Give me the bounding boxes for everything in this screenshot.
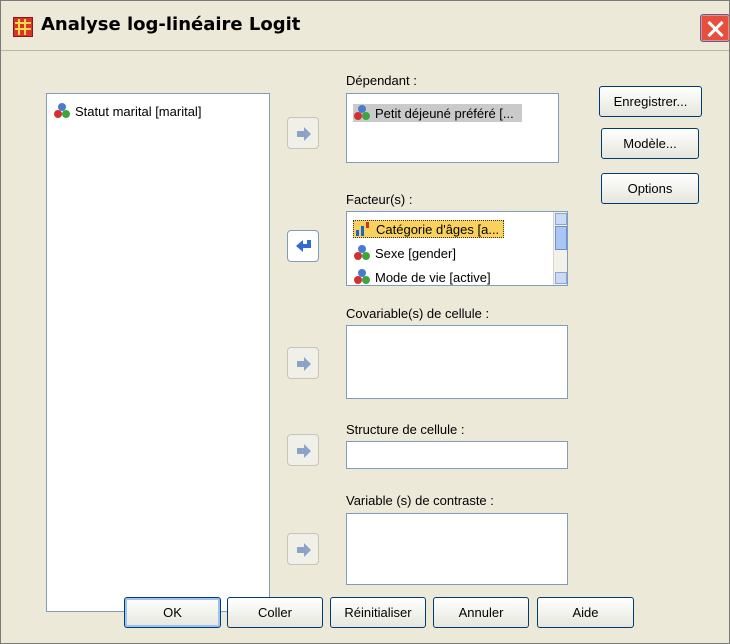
cell-covariates-label: Covariable(s) de cellule :: [346, 306, 490, 321]
nominal-icon: [353, 244, 371, 262]
list-item-label: Statut marital [marital]: [75, 103, 202, 119]
cell-covariates-list[interactable]: [346, 325, 568, 399]
model-button[interactable]: Modèle...: [601, 128, 699, 159]
dependent-list[interactable]: Petit déjeuné préféré [...: [346, 93, 559, 163]
list-item-label: Catégorie d'âges [a...: [376, 221, 500, 237]
contrast-variables-label: Variable (s) de contraste :: [346, 493, 494, 508]
scroll-up-icon[interactable]: [555, 213, 567, 225]
scroll-down-icon[interactable]: [555, 272, 567, 284]
nominal-icon: [353, 104, 371, 122]
list-item-label: Sexe [gender]: [375, 245, 456, 261]
list-item[interactable]: Mode de vie [active]: [353, 268, 491, 285]
scroll-thumb[interactable]: [555, 226, 567, 250]
list-item[interactable]: Petit déjeuné préféré [...: [353, 104, 522, 122]
cell-structure-label: Structure de cellule :: [346, 422, 465, 437]
title-bar: Analyse log-linéaire Logit: [1, 1, 729, 51]
source-variable-list[interactable]: Statut marital [marital]: [46, 93, 270, 612]
paste-button[interactable]: Coller: [227, 597, 323, 628]
save-button[interactable]: Enregistrer...: [599, 86, 702, 117]
options-button[interactable]: Options: [601, 173, 699, 204]
arrow-right-icon: [297, 444, 311, 458]
ordinal-icon: [354, 220, 372, 238]
dialog-title: Analyse log-linéaire Logit: [41, 14, 301, 35]
list-item[interactable]: Catégorie d'âges [a...: [353, 220, 505, 238]
dependent-label: Dépendant :: [346, 73, 417, 88]
move-to-cell-structure-button[interactable]: [287, 434, 319, 466]
factors-list[interactable]: Catégorie d'âges [a... Sexe [gender] Mod…: [346, 211, 568, 286]
close-icon[interactable]: [700, 14, 729, 42]
factors-scrollbar[interactable]: [553, 212, 567, 285]
move-to-dependent-button[interactable]: [287, 117, 319, 149]
arrow-right-icon: [297, 357, 311, 371]
list-item-label: Petit déjeuné préféré [...: [375, 105, 514, 121]
logit-dialog: Analyse log-linéaire Logit Statut marita…: [0, 0, 730, 644]
help-button[interactable]: Aide: [537, 597, 634, 628]
nominal-icon: [353, 268, 371, 285]
nominal-icon: [53, 102, 71, 120]
cell-structure-field[interactable]: [346, 441, 568, 469]
contrast-variables-list[interactable]: [346, 513, 568, 585]
move-to-cell-covariates-button[interactable]: [287, 347, 319, 379]
reset-button[interactable]: Réinitialiser: [330, 597, 426, 628]
spss-app-icon: [13, 17, 33, 37]
arrow-right-icon: [297, 543, 311, 557]
move-to-factors-button[interactable]: [287, 230, 319, 262]
arrow-right-icon: [297, 127, 311, 141]
list-item-label: Mode de vie [active]: [375, 269, 491, 285]
cancel-button[interactable]: Annuler: [433, 597, 529, 628]
factors-label: Facteur(s) :: [346, 192, 413, 207]
move-to-contrast-variables-button[interactable]: [287, 533, 319, 565]
list-item[interactable]: Statut marital [marital]: [53, 102, 201, 120]
ok-button[interactable]: OK: [124, 597, 221, 628]
arrow-left-icon: [296, 240, 311, 252]
list-item[interactable]: Sexe [gender]: [353, 244, 456, 262]
